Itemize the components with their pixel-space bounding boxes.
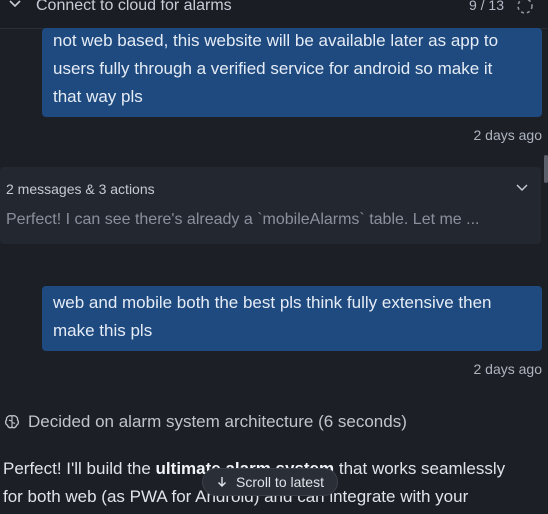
message-line: that way pls [53,87,143,106]
message-line: make this pls [53,321,153,340]
message-timestamp: 2 days ago [473,361,543,377]
conversation-header: Connect to cloud for alarms 9 / 13 [0,0,548,29]
actions-preview-text: Perfect! I can see there's already a `mo… [6,211,480,228]
user-message: web and mobile both the best pls think f… [42,286,542,351]
brain-icon [4,415,20,429]
step-counter: 9 / 13 [468,0,504,13]
message-line: not web based, this website will be avai… [53,31,499,50]
message-line: web and mobile both the best pls think f… [53,293,492,312]
scrollbar-thumb[interactable] [544,155,548,183]
thinking-summary[interactable]: Decided on alarm system architecture (6 … [3,411,407,433]
scroll-to-latest-button[interactable]: Scroll to latest [202,468,338,496]
conversation-title[interactable]: Connect to cloud for alarms [36,0,232,15]
user-message: not web based, this website will be avai… [42,28,542,117]
loading-spinner-icon [517,0,533,14]
chevron-down-icon[interactable] [7,0,23,12]
arrow-down-icon [218,477,227,487]
scroll-to-latest-label: Scroll to latest [236,474,324,490]
actions-summary-label: 2 messages & 3 actions [6,181,155,197]
assistant-text: that works seamlessly [334,459,506,478]
actions-summary-card[interactable]: 2 messages & 3 actions Perfect! I can se… [0,167,541,244]
assistant-text: Perfect! I'll build the [3,459,156,478]
expand-chevron-icon[interactable] [515,181,529,195]
message-timestamp: 2 days ago [473,127,543,143]
message-line: users fully through a verified service f… [53,59,493,78]
thinking-label: Decided on alarm system architecture (6 … [28,412,407,431]
